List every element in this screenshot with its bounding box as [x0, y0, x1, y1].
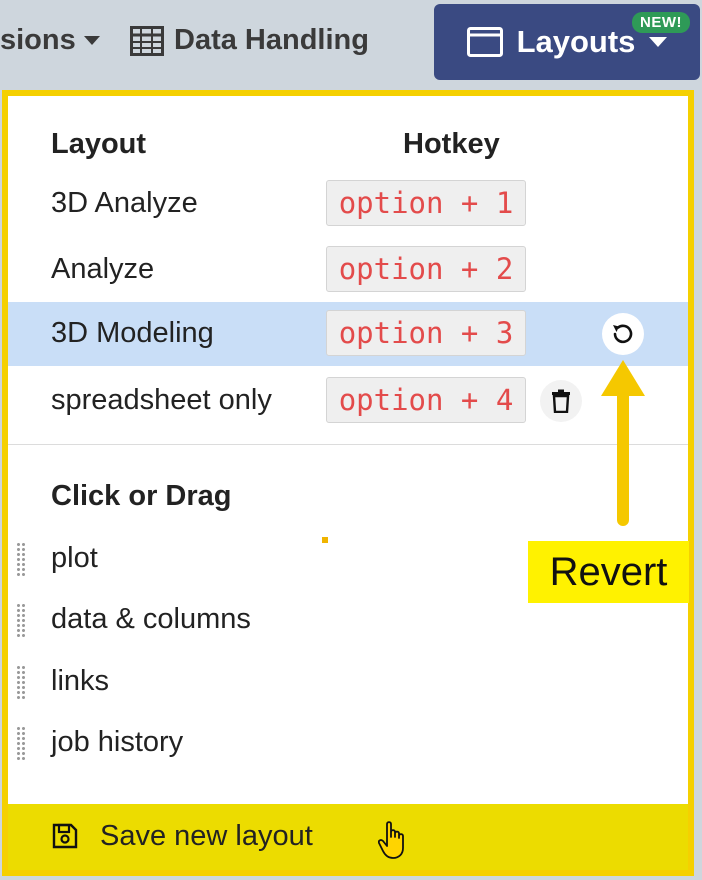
trash-icon — [552, 389, 570, 413]
hotkey-badge: option + 3 — [326, 310, 526, 356]
floppy-disk-icon — [52, 823, 78, 849]
data-handling-label: Data Handling — [174, 24, 369, 56]
toolbar: sions Data Handling Layouts NEW! — [0, 0, 702, 88]
hotkey-column-header: Hotkey — [403, 128, 500, 160]
drag-item-label: links — [51, 665, 110, 697]
drag-item-label: job history — [51, 726, 184, 758]
layout-column-header: Layout — [51, 128, 147, 160]
revert-icon — [613, 324, 633, 344]
divider — [8, 444, 688, 445]
layout-row-3d-modeling[interactable]: 3D Modeling option + 3 — [8, 302, 688, 366]
layouts-button-label: Layouts — [516, 24, 636, 59]
table-icon — [130, 25, 164, 56]
revert-button[interactable] — [602, 313, 644, 355]
save-new-layout-label: Save new layout — [100, 820, 313, 852]
annotation-arrow — [601, 360, 645, 526]
hotkey-badge: option + 4 — [326, 377, 526, 423]
drag-item-job-history[interactable]: job history — [8, 716, 688, 772]
drag-item-label: plot — [51, 542, 98, 574]
chevron-down-icon — [649, 37, 668, 47]
drag-handle-icon[interactable] — [16, 726, 26, 760]
layout-name: 3D Analyze — [51, 187, 198, 219]
extensions-menu[interactable]: sions — [0, 24, 100, 57]
layouts-dropdown: Layout Hotkey 3D Analyze option + 1 Anal… — [2, 90, 694, 876]
hotkey-badge: option + 1 — [326, 180, 526, 226]
new-badge: NEW! — [632, 12, 690, 33]
layouts-button[interactable]: Layouts NEW! — [434, 4, 700, 80]
layout-name: Analyze — [51, 253, 155, 285]
hotkey-badge: option + 2 — [326, 246, 526, 292]
layout-row-spreadsheet-only[interactable]: spreadsheet only option + 4 — [8, 369, 688, 433]
layout-name: spreadsheet only — [51, 384, 272, 416]
save-new-layout-button[interactable]: Save new layout — [8, 804, 688, 870]
layout-row-analyze[interactable]: Analyze option + 2 — [8, 238, 688, 302]
click-or-drag-header: Click or Drag — [51, 480, 232, 512]
revert-annotation-label: Revert — [528, 541, 689, 603]
hand-cursor-icon — [378, 821, 404, 859]
data-handling-menu[interactable]: Data Handling — [130, 24, 369, 57]
chevron-down-icon — [83, 36, 100, 45]
marker-dot — [322, 537, 328, 543]
layout-row-3d-analyze[interactable]: 3D Analyze option + 1 — [8, 172, 688, 236]
layout-name: 3D Modeling — [51, 317, 214, 349]
drag-handle-icon[interactable] — [16, 665, 26, 699]
extensions-menu-label: sions — [0, 24, 76, 56]
drag-handle-icon[interactable] — [16, 542, 26, 576]
drag-item-label: data & columns — [51, 603, 251, 635]
drag-handle-icon[interactable] — [16, 603, 26, 637]
delete-button[interactable] — [540, 380, 582, 422]
window-icon — [466, 27, 503, 57]
drag-item-links[interactable]: links — [8, 655, 688, 711]
